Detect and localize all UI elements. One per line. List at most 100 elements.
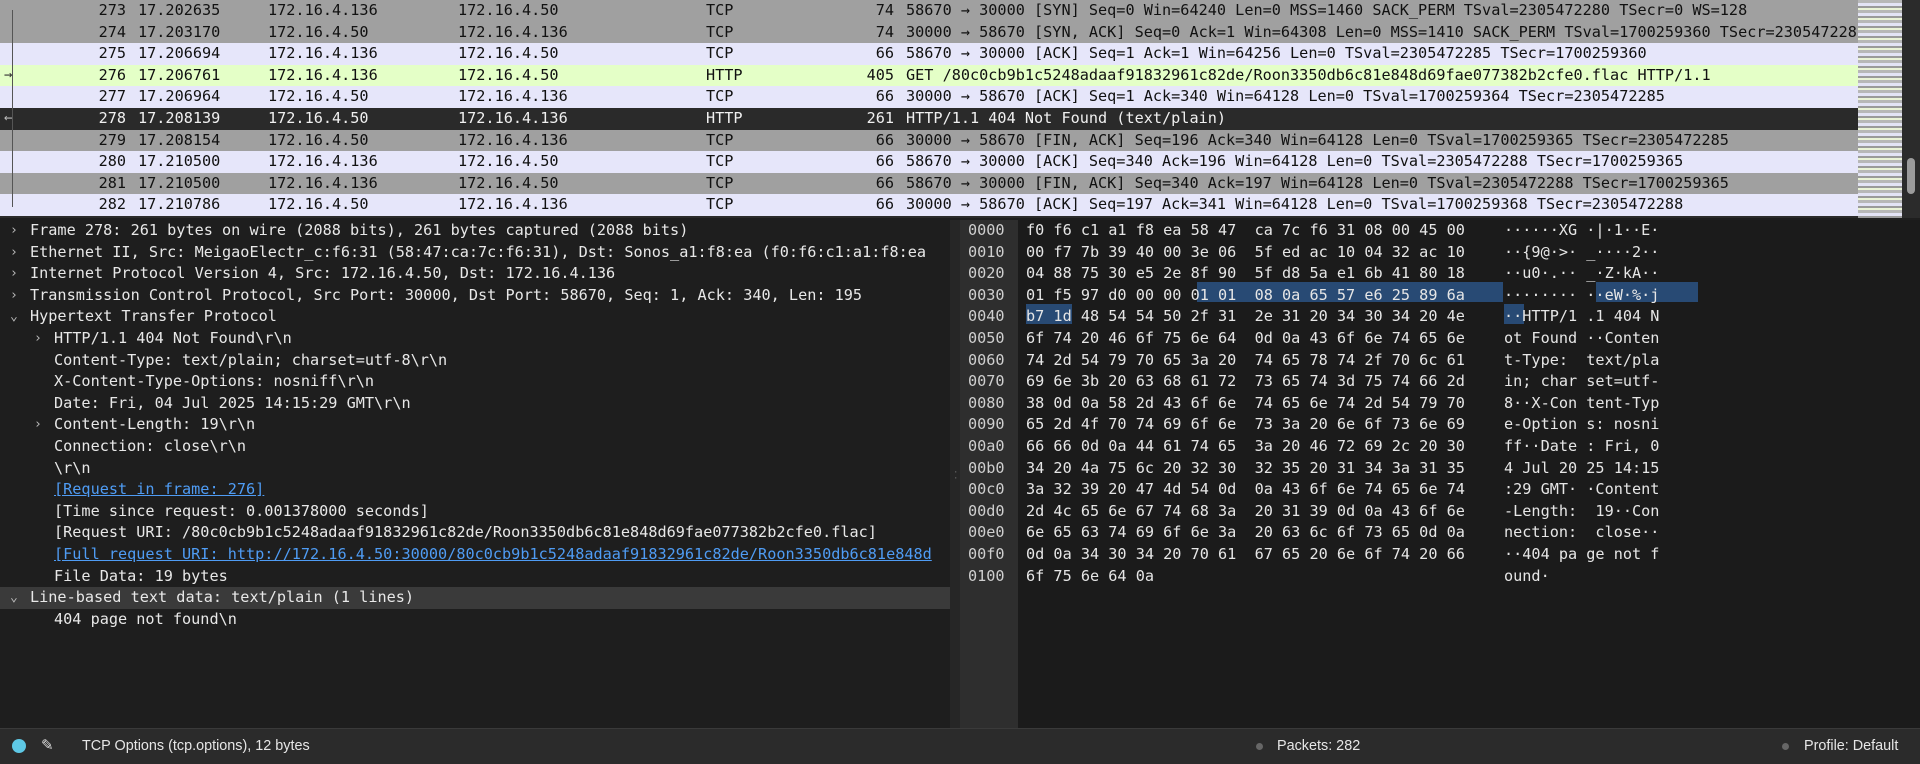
hex-row[interactable]: 0000 f0 f6 c1 a1 f8 ea 58 47 ca 7c f6 31 … (960, 220, 1920, 242)
detail-tree-item[interactable]: Content-Type: text/plain; charset=utf-8\… (0, 350, 950, 372)
hex-row[interactable]: 0090 65 2d 4f 70 74 69 6f 6e 73 3a 20 6e … (960, 414, 1920, 436)
hex-offset: 0030 (968, 285, 1005, 304)
packet-row[interactable]: 273 17.202635 172.16.4.136 172.16.4.50 TCP 74… (0, 0, 1858, 22)
packet-row[interactable]: 277 17.206964 172.16.4.50 172.16.4.136 TCP 66… (0, 86, 1858, 108)
detail-text: Line-based text data: text/plain (1 line… (30, 588, 415, 607)
collapse-arrow-icon[interactable]: ⌄ (10, 306, 24, 328)
collapse-arrow-icon[interactable]: ⌄ (10, 587, 24, 609)
packet-time: 17.210500 (138, 152, 221, 171)
capture-comments-icon[interactable]: ✎ (41, 737, 55, 754)
hex-offset: 0040 (968, 307, 1005, 326)
detail-text: Content-Length: 19\r\n (54, 415, 256, 434)
packet-number: 277 (98, 87, 126, 106)
hex-row[interactable]: 0030 01 f5 97 d0 00 00 01 01 08 0a 65 57 … (960, 285, 1920, 307)
packet-length: 66 (875, 195, 894, 214)
packet-list-scrollbar[interactable] (1902, 0, 1920, 218)
splitter-handle-icon: · · (953, 468, 959, 484)
packet-row[interactable]: ← 278 17.208139 172.16.4.50 172.16.4.136 HTTP… (0, 107, 1858, 130)
detail-tree-item[interactable]: › HTTP/1.1 404 Not Found\r\n (0, 328, 950, 350)
detail-tree-item[interactable]: [Time since request: 0.001378000 seconds… (0, 501, 950, 523)
expand-arrow-icon[interactable]: › (10, 263, 24, 285)
expand-arrow-icon[interactable]: › (10, 220, 24, 242)
packet-row[interactable]: 282 17.210786 172.16.4.50 172.16.4.136 TCP 66… (0, 194, 1858, 216)
hex-row[interactable]: 0070 69 6e 3b 20 63 68 61 72 73 65 74 3d … (960, 371, 1920, 393)
packet-length: 66 (875, 130, 894, 149)
hex-bytes: 04 88 75 30 e5 2e 8f 90 5f d8 5a e1 6b 4… (1026, 264, 1465, 283)
profile-indicator[interactable]: Profile: Default (1804, 729, 1898, 764)
detail-text: Internet Protocol Version 4, Src: 172.16… (30, 264, 616, 283)
expand-arrow-icon[interactable]: › (34, 414, 48, 436)
packet-protocol: TCP (706, 22, 734, 41)
packet-row[interactable]: 274 17.203170 172.16.4.50 172.16.4.136 TCP 74… (0, 21, 1858, 44)
detail-tree-item[interactable]: ⌄ Hypertext Transfer Protocol (0, 306, 950, 328)
packet-number: 281 (98, 173, 126, 192)
detail-link[interactable]: [Full request URI: http://172.16.4.50:30… (54, 544, 932, 566)
hex-row[interactable]: 00b0 34 20 4a 75 6c 20 32 30 32 35 20 31 … (960, 458, 1920, 480)
detail-tree-item[interactable]: › Internet Protocol Version 4, Src: 172.1… (0, 263, 950, 285)
status-bar: ✎ TCP Options (tcp.options), 12 bytes Pa… (0, 728, 1920, 764)
packet-rows: 273 17.202635 172.16.4.136 172.16.4.50 TCP 74… (0, 0, 1858, 216)
detail-tree-item[interactable]: ⌄ Line-based text data: text/plain (1 lin… (0, 587, 950, 609)
detail-tree-item[interactable]: › Transmission Control Protocol, Src Port… (0, 285, 950, 307)
packet-row[interactable]: → 276 17.206761 172.16.4.136 172.16.4.50 HTTP… (0, 64, 1858, 87)
detail-tree-item[interactable]: [Request in frame: 276] (0, 479, 950, 501)
packet-destination: 172.16.4.50 (458, 1, 559, 19)
detail-tree-item[interactable]: 404 page not found\n (0, 609, 950, 631)
packet-info: 58670 → 30000 [ACK] Seq=340 Ack=196 Win=… (906, 152, 1684, 171)
hex-offset: 00f0 (968, 545, 1005, 563)
hex-bytes: 65 2d 4f 70 74 69 6f 6e 73 3a 20 6e 6f 7… (1026, 415, 1465, 434)
detail-tree-item[interactable]: › Frame 278: 261 bytes on wire (2088 bits… (0, 220, 950, 242)
hex-row[interactable]: 00d0 2d 4c 65 6e 67 74 68 3a 20 31 39 0d … (960, 501, 1920, 523)
hex-row[interactable]: 0080 38 0d 0a 58 2d 43 6f 6e 74 65 6e 74 … (960, 393, 1920, 415)
ready-status-icon[interactable] (12, 739, 26, 753)
packet-protocol: HTTP (706, 108, 743, 127)
status-separator-dot (1256, 743, 1263, 750)
hex-row[interactable]: 00e0 6e 65 63 74 69 6f 6e 3a 20 63 6c 6f … (960, 522, 1920, 544)
packet-info: 30000 → 58670 [FIN, ACK] Seq=196 Ack=340… (906, 130, 1729, 149)
detail-tree-item[interactable]: X-Content-Type-Options: nosniff\r\n (0, 371, 950, 393)
detail-tree-item[interactable]: › Ethernet II, Src: MeigaoElectr_c:f6:31 … (0, 242, 950, 264)
packet-row[interactable]: 279 17.208154 172.16.4.50 172.16.4.136 TCP 66… (0, 129, 1858, 152)
detail-text: Date: Fri, 04 Jul 2025 14:15:29 GMT\r\n (54, 393, 411, 412)
detail-tree-item[interactable]: \r\n (0, 458, 950, 480)
packet-row[interactable]: 275 17.206694 172.16.4.136 172.16.4.50 TCP 66… (0, 43, 1858, 65)
hex-row[interactable]: 0020 04 88 75 30 e5 2e 8f 90 5f d8 5a e1 … (960, 263, 1920, 285)
detail-link[interactable]: [Request in frame: 276] (54, 479, 264, 501)
hex-row[interactable]: 0100 6f 75 6e 64 0a ound· (960, 566, 1920, 588)
detail-text: Content-Type: text/plain; charset=utf-8\… (54, 350, 448, 369)
detail-tree-item[interactable]: [Request URI: /80c0cb9b1c5248adaaf918329… (0, 522, 950, 544)
packet-details-pane[interactable]: › Frame 278: 261 bytes on wire (2088 bits… (0, 220, 950, 728)
hex-row[interactable]: 00c0 3a 32 39 20 47 4d 54 0d 0a 43 6f 6e … (960, 479, 1920, 501)
packet-protocol: TCP (706, 87, 734, 106)
detail-tree-item[interactable]: [Full request URI: http://172.16.4.50:30… (0, 544, 950, 566)
packet-minimap[interactable] (1858, 0, 1902, 218)
hex-row[interactable]: 0060 74 2d 54 79 70 65 3a 20 74 65 78 74 … (960, 350, 1920, 372)
hex-offset: 00d0 (968, 501, 1005, 520)
detail-text: Ethernet II, Src: MeigaoElectr_c:f6:31 (… (30, 242, 927, 261)
packet-length: 74 (875, 1, 894, 19)
ascii-bytes: ··u0·.·· _·Z·kA·· (1504, 264, 1660, 283)
packet-row[interactable]: 281 17.210500 172.16.4.136 172.16.4.50 TCP 66… (0, 172, 1858, 195)
packet-protocol: TCP (706, 152, 734, 171)
expand-arrow-icon[interactable]: › (10, 242, 24, 264)
scroll-thumb[interactable] (1907, 158, 1915, 194)
pane-splitter[interactable]: · · (950, 220, 960, 728)
hex-row[interactable]: 00a0 66 66 0d 0a 44 61 74 65 3a 20 46 72 … (960, 436, 1920, 458)
hex-row[interactable]: 0050 6f 74 20 46 6f 75 6e 64 0d 0a 43 6f … (960, 328, 1920, 350)
detail-tree-item[interactable]: Connection: close\r\n (0, 436, 950, 458)
packet-info: 58670 → 30000 [ACK] Seq=1 Ack=1 Win=6425… (906, 44, 1647, 63)
packet-destination: 172.16.4.136 (458, 130, 568, 149)
packet-row[interactable]: 280 17.210500 172.16.4.136 172.16.4.50 TCP 66… (0, 151, 1858, 173)
expand-arrow-icon[interactable]: › (34, 328, 48, 350)
detail-tree-item[interactable]: › Content-Length: 19\r\n (0, 414, 950, 436)
packet-bytes-pane[interactable]: 0000 f0 f6 c1 a1 f8 ea 58 47 ca 7c f6 31 … (960, 220, 1920, 728)
detail-tree-item[interactable]: File Data: 19 bytes (0, 566, 950, 588)
hex-row[interactable]: 0040 b7 1d 48 54 54 50 2f 31 2e 31 20 34 … (960, 306, 1920, 328)
expand-arrow-icon[interactable]: › (10, 285, 24, 307)
packet-time: 17.206761 (138, 65, 221, 84)
detail-tree-item[interactable]: Date: Fri, 04 Jul 2025 14:15:29 GMT\r\n (0, 393, 950, 415)
packet-list[interactable]: 273 17.202635 172.16.4.136 172.16.4.50 TCP 74… (0, 0, 1920, 218)
hex-row[interactable]: 00f0 0d 0a 34 30 34 20 70 61 67 65 20 6e … (960, 544, 1920, 566)
hex-row[interactable]: 0010 00 f7 7b 39 40 00 3e 06 5f ed ac 10 … (960, 242, 1920, 264)
packet-number: 282 (98, 195, 126, 214)
